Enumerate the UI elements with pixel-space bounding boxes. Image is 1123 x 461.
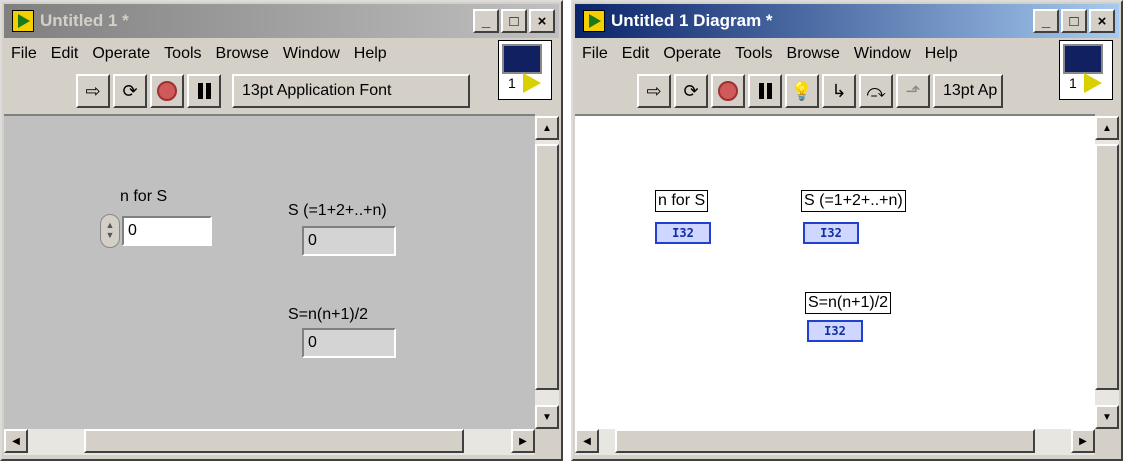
vi-icon-number: 1 (1069, 75, 1077, 91)
menu-operate[interactable]: Operate (85, 45, 157, 63)
menu-help[interactable]: Help (918, 45, 965, 63)
s-formula-indicator: 0 (302, 328, 396, 358)
menu-browse[interactable]: Browse (209, 45, 276, 63)
s-formula-indicator-terminal[interactable]: I32 (807, 320, 863, 342)
block-diagram-canvas[interactable] (575, 114, 1095, 429)
block-diagram-window: Untitled 1 Diagram * _ □ × File Edit Ope… (571, 0, 1123, 461)
font-dropdown[interactable]: 13pt Ap (933, 74, 1003, 108)
highlight-bulb-icon[interactable]: 💡 (785, 74, 819, 108)
window-title: Untitled 1 Diagram * (611, 11, 773, 30)
scroll-right-icon[interactable]: ▶ (511, 429, 535, 453)
horizontal-scroll-thumb[interactable] (615, 429, 1035, 453)
close-button[interactable]: × (529, 9, 555, 33)
horizontal-scrollbar[interactable]: ◀ ▶ (575, 429, 1095, 455)
toolbar: ⇨ ⟳ 💡 ↳ ⤼ ⬏ 13pt Ap (637, 72, 1003, 110)
step-over-icon[interactable]: ⤼ (859, 74, 893, 108)
menu-tools[interactable]: Tools (728, 45, 779, 63)
run-arrow-icon[interactable]: ⇨ (637, 74, 671, 108)
vertical-scrollbar[interactable]: ▲ ▼ (535, 116, 559, 429)
resize-grip-icon[interactable] (535, 429, 559, 455)
horizontal-scroll-thumb[interactable] (84, 429, 464, 453)
menu-edit[interactable]: Edit (44, 45, 86, 63)
pause-icon[interactable] (187, 74, 221, 108)
run-continuous-icon[interactable]: ⟳ (674, 74, 708, 108)
vertical-scroll-thumb[interactable] (535, 144, 559, 390)
scroll-up-icon[interactable]: ▲ (535, 116, 559, 140)
vi-icon-arrow (523, 73, 541, 93)
scroll-down-icon[interactable]: ▼ (1095, 405, 1119, 429)
vi-icon-number: 1 (508, 75, 516, 91)
front-panel-window: Untitled 1 * _ □ × File Edit Operate Too… (0, 0, 563, 461)
s-formula-terminal-label: S=n(n+1)/2 (805, 292, 892, 314)
abort-icon[interactable] (150, 74, 184, 108)
menu-browse[interactable]: Browse (780, 45, 847, 63)
menu-edit[interactable]: Edit (615, 45, 657, 63)
vi-connector-icon[interactable]: 1 (498, 40, 552, 100)
scroll-down-icon[interactable]: ▼ (535, 405, 559, 429)
diagram-titlebar[interactable]: Untitled 1 Diagram * _ □ × (575, 4, 1119, 38)
vi-connector-icon[interactable]: 1 (1059, 40, 1113, 100)
maximize-button[interactable]: □ (501, 9, 527, 33)
n-terminal-label: n for S (655, 190, 709, 212)
front-panel-canvas[interactable] (4, 114, 535, 429)
monitor-icon (1063, 44, 1103, 74)
scroll-left-icon[interactable]: ◀ (575, 429, 599, 453)
labview-vi-icon (12, 10, 34, 32)
vertical-scroll-thumb[interactable] (1095, 144, 1119, 390)
menu-window[interactable]: Window (276, 45, 347, 63)
scroll-right-icon[interactable]: ▶ (1071, 429, 1095, 453)
n-control-terminal[interactable]: I32 (655, 222, 711, 244)
s-sum-indicator-terminal[interactable]: I32 (803, 222, 859, 244)
front-panel-titlebar[interactable]: Untitled 1 * _ □ × (4, 4, 559, 38)
menu-tools[interactable]: Tools (157, 45, 208, 63)
window-title: Untitled 1 * (40, 11, 129, 30)
minimize-button[interactable]: _ (1033, 9, 1059, 33)
scroll-up-icon[interactable]: ▲ (1095, 116, 1119, 140)
font-dropdown[interactable]: 13pt Application Font (232, 74, 470, 108)
horizontal-scrollbar[interactable]: ◀ ▶ (4, 429, 535, 455)
close-button[interactable]: × (1089, 9, 1115, 33)
n-numeric-control[interactable]: 0 (122, 216, 212, 246)
menu-file[interactable]: File (4, 45, 44, 63)
pause-icon[interactable] (748, 74, 782, 108)
scroll-left-icon[interactable]: ◀ (4, 429, 28, 453)
s-sum-label: S (=1+2+..+n) (288, 202, 387, 219)
increment-decrement-icon[interactable]: ▲ ▼ (100, 214, 120, 248)
menu-bar: File Edit Operate Tools Browse Window He… (575, 40, 965, 68)
s-sum-terminal-label: S (=1+2+..+n) (801, 190, 906, 212)
vertical-scrollbar[interactable]: ▲ ▼ (1095, 116, 1119, 429)
maximize-button[interactable]: □ (1061, 9, 1087, 33)
abort-icon[interactable] (711, 74, 745, 108)
s-formula-label: S=n(n+1)/2 (288, 306, 369, 323)
resize-grip-icon[interactable] (1095, 429, 1119, 455)
s-sum-indicator: 0 (302, 226, 396, 256)
step-into-icon[interactable]: ↳ (822, 74, 856, 108)
run-arrow-icon[interactable]: ⇨ (76, 74, 110, 108)
menu-bar: File Edit Operate Tools Browse Window He… (4, 40, 394, 68)
menu-window[interactable]: Window (847, 45, 918, 63)
vi-icon-arrow (1084, 73, 1102, 93)
menu-file[interactable]: File (575, 45, 615, 63)
toolbar: ⇨ ⟳ 13pt Application Font (76, 72, 470, 110)
step-out-icon[interactable]: ⬏ (896, 74, 930, 108)
labview-diagram-icon (583, 10, 605, 32)
monitor-icon (502, 44, 542, 74)
minimize-button[interactable]: _ (473, 9, 499, 33)
run-continuous-icon[interactable]: ⟳ (113, 74, 147, 108)
menu-help[interactable]: Help (347, 45, 394, 63)
menu-operate[interactable]: Operate (656, 45, 728, 63)
n-control-label: n for S (120, 188, 168, 205)
